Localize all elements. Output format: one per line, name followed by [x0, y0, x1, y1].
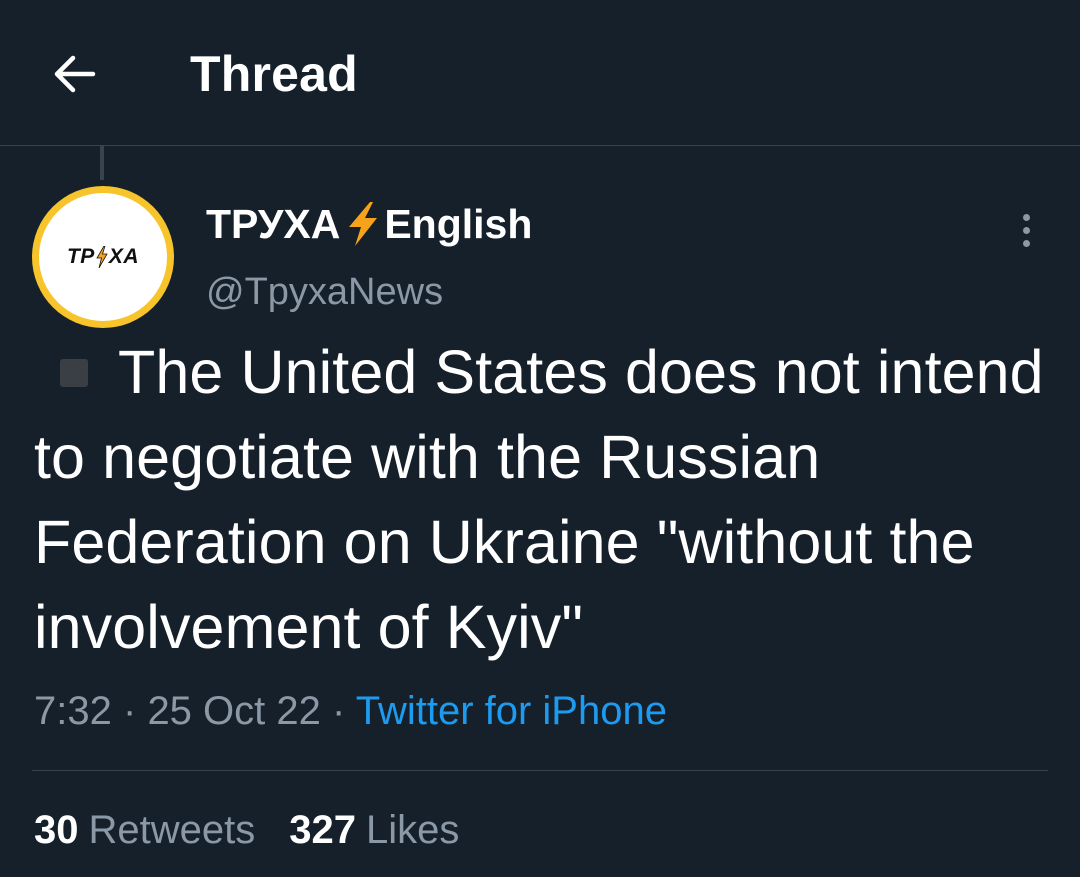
tweet-stats: 30 Retweets 327 Likes	[34, 802, 493, 858]
avatar-logo: ТР ХА	[67, 245, 139, 269]
tweet-meta: 7:32 · 25 Oct 22 · Twitter for iPhone	[34, 683, 667, 739]
author-display-name[interactable]: ТРУХА English	[206, 198, 532, 250]
likes-label: Likes	[366, 808, 460, 852]
retweets-stat[interactable]: 30 Retweets	[34, 802, 255, 858]
page-title: Thread	[190, 46, 358, 102]
square-icon	[60, 359, 88, 387]
divider	[32, 770, 1048, 771]
more-options-icon[interactable]	[1006, 206, 1046, 254]
avatar-logo-text-right: ХА	[108, 245, 140, 268]
more-dot	[1022, 226, 1030, 234]
author-name-part2: English	[384, 201, 533, 247]
top-bar: Thread	[0, 0, 1080, 146]
avatar-background: ТР ХА	[39, 193, 167, 321]
lightning-bolt-icon	[349, 202, 378, 246]
likes-count: 327	[289, 808, 356, 852]
tweet-text: The United States does not intend to neg…	[34, 330, 1054, 670]
meta-separator: ·	[332, 689, 346, 733]
more-dot	[1022, 239, 1030, 247]
likes-stat[interactable]: 327 Likes	[289, 802, 459, 858]
thread-screen: Thread ТР ХА ТРУХА English @TpyxaNews Th…	[0, 0, 1080, 877]
tweet-text-content: The United States does not intend to neg…	[34, 338, 1044, 661]
logo-bolt-icon	[96, 246, 108, 268]
meta-separator: ·	[122, 689, 137, 733]
avatar-logo-text-left: ТР	[66, 245, 95, 268]
arrow-left-icon	[54, 55, 96, 93]
tweet-time[interactable]: 7:32	[34, 689, 112, 733]
tweet-date[interactable]: 25 Oct 22	[147, 689, 320, 733]
thread-connector-line	[100, 146, 104, 180]
retweets-count: 30	[34, 808, 79, 852]
more-dot	[1022, 213, 1030, 221]
avatar[interactable]: ТР ХА	[32, 186, 174, 328]
author-name-part1: ТРУХА	[206, 201, 341, 247]
back-button[interactable]	[44, 46, 104, 102]
author-handle[interactable]: @TpyxaNews	[206, 268, 443, 316]
tweet-source-link[interactable]: Twitter for iPhone	[356, 689, 667, 733]
retweets-label: Retweets	[88, 808, 256, 852]
